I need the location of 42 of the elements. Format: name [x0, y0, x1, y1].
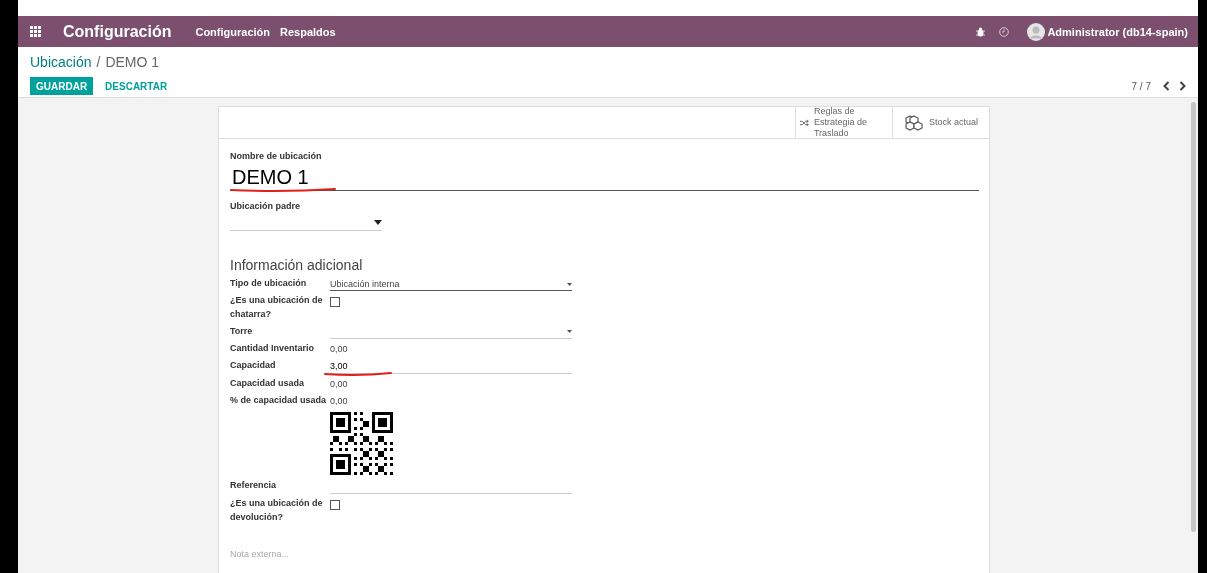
- field-label: Torre: [230, 325, 254, 336]
- caret-icon: [374, 220, 382, 225]
- previous-icon[interactable]: [1163, 81, 1170, 91]
- select-field[interactable]: Ubicación interna: [330, 278, 572, 291]
- scrollbar[interactable]: [1191, 102, 1196, 532]
- menu-item[interactable]: Configuración: [195, 25, 270, 38]
- apps-menu-icon[interactable]: [30, 26, 41, 37]
- breadcrumb-current: DEMO 1: [105, 54, 160, 70]
- bug-icon[interactable]: [976, 26, 986, 37]
- checkbox[interactable]: [330, 499, 340, 510]
- field-value: 0,00: [330, 395, 348, 406]
- field-label: Nombre de ubicación: [230, 151, 323, 161]
- pager-value: 7 / 7: [1131, 80, 1151, 92]
- breadcrumb-separator: /: [96, 54, 101, 70]
- breadcrumb-link[interactable]: Ubicación: [30, 54, 92, 70]
- field-value: 0,00: [330, 343, 348, 354]
- field-label: % de capacidad usada: [230, 394, 328, 405]
- field-label: Cantidad Inventario: [230, 342, 315, 353]
- next-icon[interactable]: [1179, 81, 1186, 91]
- menu-item[interactable]: Respaldos: [280, 25, 336, 38]
- field-label: Capacidad: [230, 359, 277, 370]
- input-field[interactable]: 3,00: [330, 359, 572, 374]
- caret-icon: [567, 282, 572, 286]
- field-label: Referencia: [230, 479, 278, 490]
- avatar-icon: [1027, 22, 1046, 41]
- field-label: ¿Es una ubicación de chatarra?: [230, 294, 324, 322]
- smart-button-label: Reglas de Estrategia de Traslado: [813, 106, 868, 139]
- clock-icon[interactable]: [999, 26, 1010, 37]
- field-label: Capacidad usada: [230, 377, 306, 388]
- field-label: ¿Es una ubicación de devolución?: [230, 496, 324, 525]
- section-title: Información adicional: [230, 257, 364, 273]
- app-title: Configuración: [63, 22, 172, 41]
- user-menu[interactable]: Administrator (db14-spain): [1047, 25, 1188, 38]
- cubes-icon: [904, 114, 924, 131]
- field-label: Tipo de ubicación: [230, 278, 308, 288]
- checkbox[interactable]: [330, 297, 340, 307]
- field-label: Ubicación padre: [230, 201, 302, 211]
- caret-icon: [567, 330, 572, 334]
- qr-code-drawing: [330, 411, 393, 475]
- smart-button-label: Stock actual: [929, 117, 978, 128]
- field-value: 0,00: [330, 378, 348, 389]
- name-input[interactable]: DEMO 1: [230, 163, 979, 191]
